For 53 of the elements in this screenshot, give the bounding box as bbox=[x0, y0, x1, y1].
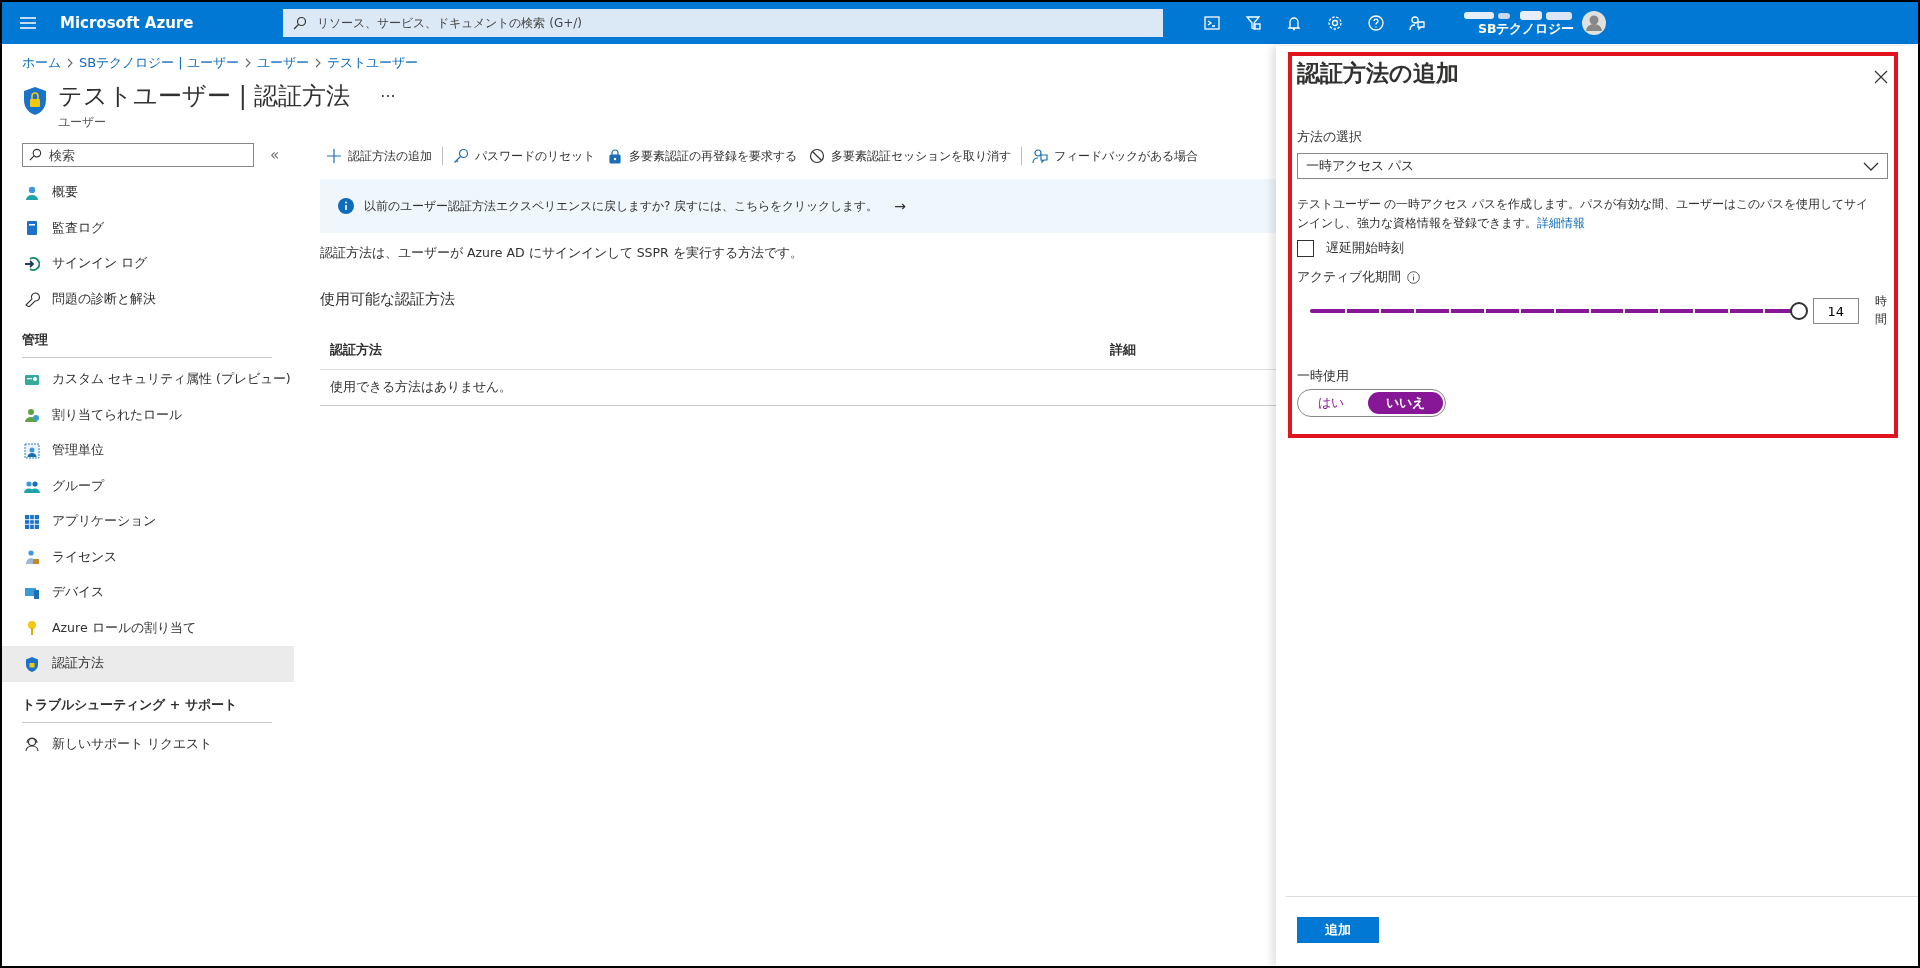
section-heading: トラブルシューティング + サポート bbox=[22, 685, 272, 723]
toolbar-button[interactable]: 認証方法の追加 bbox=[320, 147, 438, 165]
sidebar-item[interactable]: アプリケーション bbox=[2, 504, 294, 540]
sidebar-item[interactable]: グループ bbox=[2, 468, 294, 504]
sidebar-item[interactable]: 割り当てられたロール bbox=[2, 397, 294, 433]
directory-name: SBテクノロジー bbox=[1477, 22, 1575, 36]
toolbar-button[interactable]: 多要素認証セッションを取り消す bbox=[803, 147, 1017, 165]
sidebar-item[interactable]: 概要 bbox=[2, 175, 294, 211]
empty-message: 使用できる方法はありません。 bbox=[330, 379, 512, 396]
sidebar-item[interactable]: カスタム セキュリティ属性 (プレビュー) bbox=[2, 362, 294, 398]
sidebar-item[interactable]: サインイン ログ bbox=[2, 246, 294, 282]
toggle-option[interactable]: いいえ bbox=[1367, 392, 1443, 414]
page-subtitle: ユーザー bbox=[58, 114, 107, 131]
toolbar-button[interactable]: フィードバックがある場合 bbox=[1026, 147, 1204, 165]
unit-label: 時間 bbox=[1874, 293, 1887, 328]
sidebar-item[interactable]: ライセンス bbox=[2, 539, 294, 575]
toggle-option[interactable]: はい bbox=[1299, 392, 1362, 414]
search-field[interactable]: リソース、サービス、ドキュメントの検索 (G+/) bbox=[283, 9, 1164, 37]
info-text: テストユーザー の一時アクセス パスを作成します。パスが有効な間、ユーザーはこのパスを使用してサインインし、強力な資格情報を登録できます。詳細情報 bbox=[1296, 196, 1870, 232]
collapse-button[interactable]: « bbox=[270, 146, 280, 164]
breadcrumb-link[interactable]: ホーム bbox=[22, 54, 61, 72]
description-text: 認証方法は、ユーザーが Azure AD にサインインして SSPR を実行する方法です。 bbox=[320, 245, 804, 262]
section-heading: 管理 bbox=[22, 321, 272, 358]
field-label: アクティブ化期間 bbox=[1296, 269, 1401, 286]
sidebar-item[interactable]: 認証方法 bbox=[2, 646, 294, 682]
sidebar-item[interactable]: デバイス bbox=[2, 575, 294, 611]
learn-more-link[interactable]: 詳細情報 bbox=[1536, 216, 1585, 230]
sidebar-item[interactable]: 管理単位 bbox=[2, 433, 294, 469]
column-header: 認証方法 bbox=[329, 341, 383, 359]
toolbar-button[interactable]: 多要素認証の再登録を要求する bbox=[601, 147, 803, 165]
checkbox-label: 遅延開始時刻 bbox=[1325, 239, 1404, 257]
banner-link[interactable]: 以前のユーザー認証方法エクスペリエンスに戻しますか? 戻すには、こちらをクリックします。 bbox=[364, 197, 879, 215]
hours-input[interactable]: 14 bbox=[1812, 298, 1859, 324]
arrow-icon[interactable]: → bbox=[894, 198, 906, 214]
sidebar-item[interactable]: 監査ログ bbox=[2, 210, 294, 246]
page-title: テストユーザー | 認証方法 bbox=[58, 81, 351, 112]
add-button[interactable]: 追加 bbox=[1296, 917, 1379, 943]
brand-name[interactable]: Microsoft Azure bbox=[60, 14, 194, 32]
method-dropdown[interactable]: 一時アクセス パス bbox=[1296, 153, 1888, 179]
column-header: 詳細 bbox=[1110, 341, 1136, 359]
breadcrumb-link[interactable]: テストユーザー bbox=[326, 54, 418, 72]
sidebar-item[interactable]: 問題の診断と解決 bbox=[2, 281, 294, 317]
breadcrumb-link[interactable]: SBテクノロジー | ユーザー bbox=[79, 54, 239, 72]
sidebar-item[interactable]: Azure ロールの割り当て bbox=[2, 610, 294, 646]
section-title: 使用可能な認証方法 bbox=[320, 290, 456, 309]
sidebar-item[interactable]: 新しいサポート リクエスト bbox=[2, 726, 294, 762]
more-button[interactable]: ··· bbox=[380, 86, 396, 106]
search-field[interactable]: 検索 bbox=[22, 143, 254, 167]
breadcrumb-link[interactable]: ユーザー bbox=[256, 54, 309, 72]
field-label: 一時使用 bbox=[1296, 368, 1350, 385]
toolbar-button[interactable]: パスワードのリセット bbox=[447, 147, 601, 165]
field-label: 方法の選択 bbox=[1296, 129, 1363, 146]
panel-title: 認証方法の追加 bbox=[1296, 59, 1459, 88]
